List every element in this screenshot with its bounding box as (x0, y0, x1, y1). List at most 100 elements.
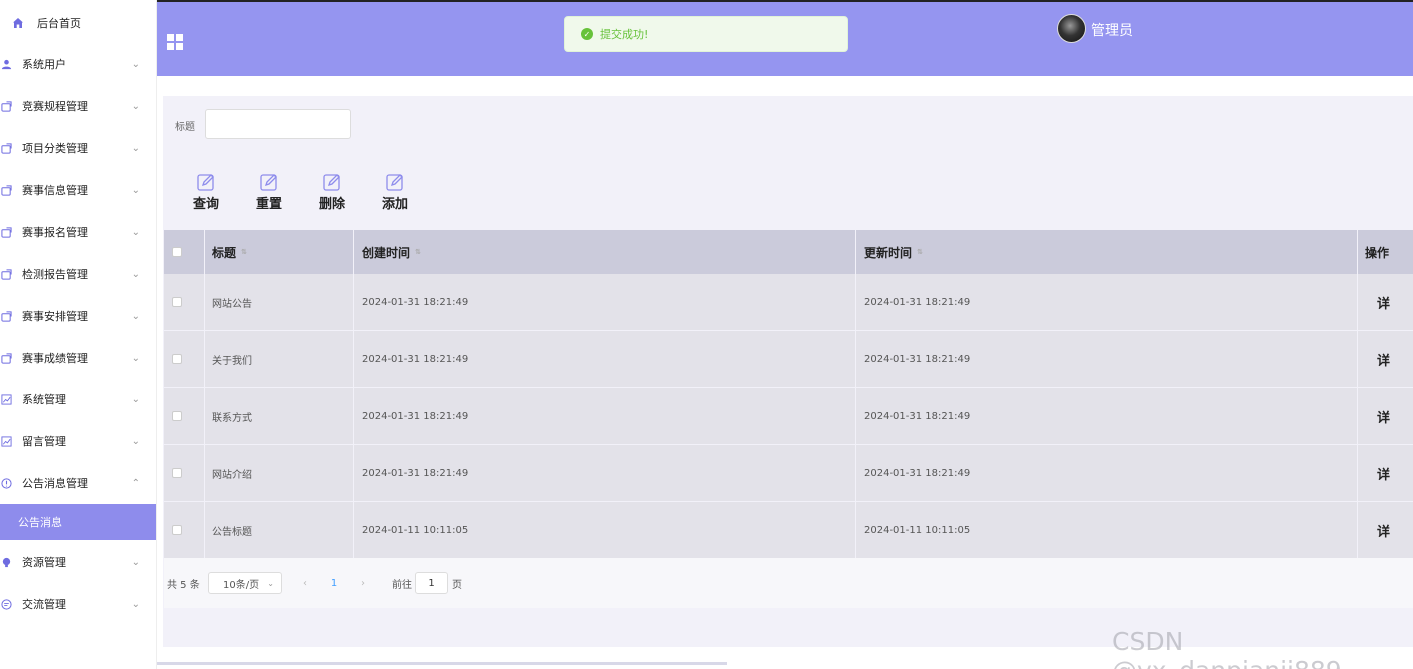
row-updated: 2024-01-31 18:21:49 (864, 467, 971, 479)
row-updated: 2024-01-31 18:21:49 (864, 296, 971, 308)
row-created: 2024-01-31 18:21:49 (362, 467, 469, 479)
sidebar-item-label: 赛事信息管理 (22, 184, 88, 197)
row-select-cell (164, 331, 205, 387)
column-title-label: 标题 (212, 245, 237, 260)
row-title: 关于我们 (212, 355, 252, 367)
sort-icon[interactable]: ⇅ (241, 248, 247, 256)
sidebar-item-12[interactable]: 资源管理 ⌄ (0, 541, 156, 583)
sidebar-item-home[interactable]: 后台首页 (0, 2, 156, 44)
sidebar-item-8[interactable]: 赛事成绩管理 ⌄ (0, 337, 156, 379)
row-select-cell (164, 388, 205, 444)
sidebar-item-9[interactable]: 系统管理 ⌄ (0, 378, 156, 420)
reset-label: 重置 (255, 197, 282, 212)
sidebar-item-label: 赛事报名管理 (22, 226, 88, 239)
row-created-cell: 2024-01-11 10:11:05 (354, 502, 856, 558)
row-created-cell: 2024-01-31 18:21:49 (354, 388, 856, 444)
row-checkbox[interactable] (172, 468, 182, 478)
horizontal-scrollbar[interactable] (157, 662, 727, 665)
sidebar-item-label: 竞赛规程管理 (22, 100, 88, 113)
sidebar-item-5[interactable]: 赛事报名管理 ⌄ (0, 211, 156, 253)
page-size-value: 10条/页 (223, 579, 260, 591)
bulb-icon (0, 556, 12, 568)
sidebar-item-11[interactable]: 公告消息管理 ⌃ (0, 462, 156, 504)
sidebar-item-label: 公告消息管理 (22, 477, 88, 490)
next-page-button[interactable]: › (353, 572, 373, 594)
user-name[interactable]: 管理员 (1091, 20, 1133, 40)
edit-icon (323, 174, 340, 191)
chevron-up-icon: ⌃ (131, 477, 140, 489)
row-title: 联系方式 (212, 412, 252, 424)
grid-menu-icon[interactable] (167, 34, 184, 50)
sidebar-subitem-label: 公告消息 (18, 516, 62, 529)
sidebar-item-6[interactable]: 检测报告管理 ⌄ (0, 253, 156, 295)
column-created-label: 创建时间 (362, 245, 411, 260)
detail-button[interactable]: 详 (1377, 350, 1390, 369)
page-suffix-label: 页 (452, 580, 462, 591)
home-icon (12, 17, 24, 29)
column-header-title[interactable]: 标题 ⇅ (205, 230, 354, 274)
row-checkbox[interactable] (172, 411, 182, 421)
detail-button[interactable]: 详 (1377, 464, 1390, 483)
detail-button[interactable]: 详 (1377, 521, 1390, 540)
page-number-1[interactable]: 1 (324, 572, 344, 594)
row-created-cell: 2024-01-31 18:21:49 (354, 274, 856, 330)
row-checkbox[interactable] (172, 354, 182, 364)
sort-icon[interactable]: ⇅ (415, 248, 421, 256)
row-created: 2024-01-31 18:21:49 (362, 410, 469, 422)
sidebar-item-10[interactable]: 留言管理 ⌄ (0, 420, 156, 462)
sidebar-subitem-announcements[interactable]: 公告消息 (0, 504, 156, 540)
delete-button[interactable]: 删除 (312, 172, 352, 212)
title-search-input[interactable] (205, 109, 351, 139)
watermark: CSDN @vx_danpianji889 (1112, 627, 1342, 669)
chevron-down-icon: ⌄ (131, 352, 140, 364)
row-title-cell: 公告标题 (205, 502, 354, 558)
avatar[interactable] (1057, 14, 1086, 43)
delete-label: 删除 (318, 197, 345, 212)
detail-button[interactable]: 详 (1377, 293, 1390, 312)
chevron-down-icon: ⌄ (131, 268, 140, 280)
page-size-select[interactable]: 10条/页 ⌄ (208, 572, 282, 594)
sidebar-item-label: 赛事成绩管理 (22, 352, 88, 365)
row-created-cell: 2024-01-31 18:21:49 (354, 445, 856, 501)
sidebar-item-1[interactable]: 系统用户 ⌄ (0, 43, 156, 85)
select-all-checkbox[interactable] (172, 247, 182, 257)
reset-button[interactable]: 重置 (249, 172, 289, 212)
folder-icon (0, 100, 12, 112)
sidebar-item-label: 赛事安排管理 (22, 310, 88, 323)
row-updated-cell: 2024-01-11 10:11:05 (856, 502, 1358, 558)
row-actions-cell: 详 (1358, 331, 1413, 387)
row-title-cell: 网站介绍 (205, 445, 354, 501)
goto-page-input[interactable] (415, 572, 448, 594)
sidebar-item-13[interactable]: 交流管理 ⌄ (0, 583, 156, 625)
prev-page-button[interactable]: ‹ (295, 572, 315, 594)
row-actions-cell: 详 (1358, 445, 1413, 501)
sidebar-item-3[interactable]: 项目分类管理 ⌄ (0, 127, 156, 169)
row-title: 网站介绍 (212, 469, 252, 481)
edit-icon (386, 174, 403, 191)
chevron-down-icon: ⌄ (131, 393, 140, 405)
row-checkbox[interactable] (172, 525, 182, 535)
detail-button[interactable]: 详 (1377, 407, 1390, 426)
sidebar-item-label: 留言管理 (22, 435, 66, 448)
chevron-down-icon: ⌄ (131, 226, 140, 238)
sidebar-item-7[interactable]: 赛事安排管理 ⌄ (0, 295, 156, 337)
sort-icon[interactable]: ⇅ (917, 248, 923, 256)
chevron-down-icon: ⌄ (131, 100, 140, 112)
info-icon (0, 477, 12, 489)
add-button[interactable]: 添加 (375, 172, 415, 212)
sidebar-item-2[interactable]: 竞赛规程管理 ⌄ (0, 85, 156, 127)
chevron-down-icon: ⌄ (131, 142, 140, 154)
folder-icon (0, 226, 12, 238)
toast-message: 提交成功! (600, 28, 649, 41)
row-updated-cell: 2024-01-31 18:21:49 (856, 388, 1358, 444)
row-checkbox[interactable] (172, 297, 182, 307)
column-header-created[interactable]: 创建时间 ⇅ (354, 230, 856, 274)
row-created: 2024-01-11 10:11:05 (362, 524, 469, 536)
pagination-total: 共 5 条 (167, 580, 200, 591)
goto-label: 前往 (392, 580, 412, 591)
sidebar-item-4[interactable]: 赛事信息管理 ⌄ (0, 169, 156, 211)
column-header-updated[interactable]: 更新时间 ⇅ (856, 230, 1358, 274)
folder-icon (0, 142, 12, 154)
sidebar-item-label: 后台首页 (37, 17, 81, 30)
query-button[interactable]: 查询 (186, 172, 226, 212)
